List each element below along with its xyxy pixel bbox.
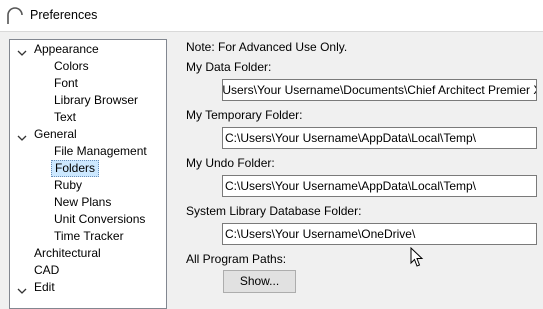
tree-item-library-browser[interactable]: Library Browser [54, 92, 138, 109]
undo-folder-field[interactable]: C:\Users\Your Username\AppData\Local\Tem… [222, 175, 537, 197]
title-bar: Preferences [0, 0, 543, 32]
tree-item-appearance[interactable]: Appearance [34, 41, 99, 58]
temp-folder-label: My Temporary Folder: [186, 108, 303, 122]
tree-item-ruby[interactable]: Ruby [54, 177, 82, 194]
mouse-pointer-icon [410, 247, 424, 267]
data-folder-value: C:\Users\Your Username\Documents\Chief A… [222, 83, 536, 97]
chevron-down-icon[interactable] [16, 132, 28, 144]
tree-item-edit[interactable]: Edit [34, 279, 55, 296]
temp-folder-value: C:\Users\Your Username\AppData\Local\Tem… [225, 131, 477, 145]
undo-folder-label: My Undo Folder: [186, 156, 275, 170]
chevron-down-icon[interactable] [16, 47, 28, 59]
tree-item-file-management[interactable]: File Management [54, 143, 147, 160]
show-paths-button[interactable]: Show... [223, 270, 296, 293]
tree-item-font[interactable]: Font [54, 75, 78, 92]
system-library-field[interactable]: C:\Users\Your Username\OneDrive\ [222, 223, 537, 245]
tree-item-general[interactable]: General [34, 126, 77, 143]
window-title: Preferences [30, 8, 98, 22]
system-library-value: C:\Users\Your Username\OneDrive\ [225, 227, 416, 241]
advanced-note: Note: For Advanced Use Only. [186, 40, 348, 54]
tree-item-cad[interactable]: CAD [34, 262, 59, 279]
tree-item-folders[interactable]: Folders [51, 160, 100, 177]
data-folder-label: My Data Folder: [186, 60, 272, 74]
undo-folder-value: C:\Users\Your Username\AppData\Local\Tem… [225, 179, 477, 193]
data-folder-field[interactable]: C:\Users\Your Username\Documents\Chief A… [222, 79, 537, 101]
tree-item-time-tracker[interactable]: Time Tracker [54, 228, 124, 245]
chevron-down-icon[interactable] [16, 285, 28, 297]
tree-item-text[interactable]: Text [54, 109, 76, 126]
system-library-label: System Library Database Folder: [186, 204, 362, 218]
program-paths-label: All Program Paths: [186, 252, 287, 266]
tree-item-new-plans[interactable]: New Plans [54, 194, 111, 211]
tree-item-architectural[interactable]: Architectural [34, 245, 101, 262]
tree-item-colors[interactable]: Colors [54, 58, 89, 75]
preferences-tree[interactable]: Appearance Colors Font Library Browser T… [9, 39, 167, 309]
temp-folder-field[interactable]: C:\Users\Your Username\AppData\Local\Tem… [222, 127, 537, 149]
app-logo-icon [7, 7, 23, 24]
tree-item-unit-conversions[interactable]: Unit Conversions [54, 211, 145, 228]
